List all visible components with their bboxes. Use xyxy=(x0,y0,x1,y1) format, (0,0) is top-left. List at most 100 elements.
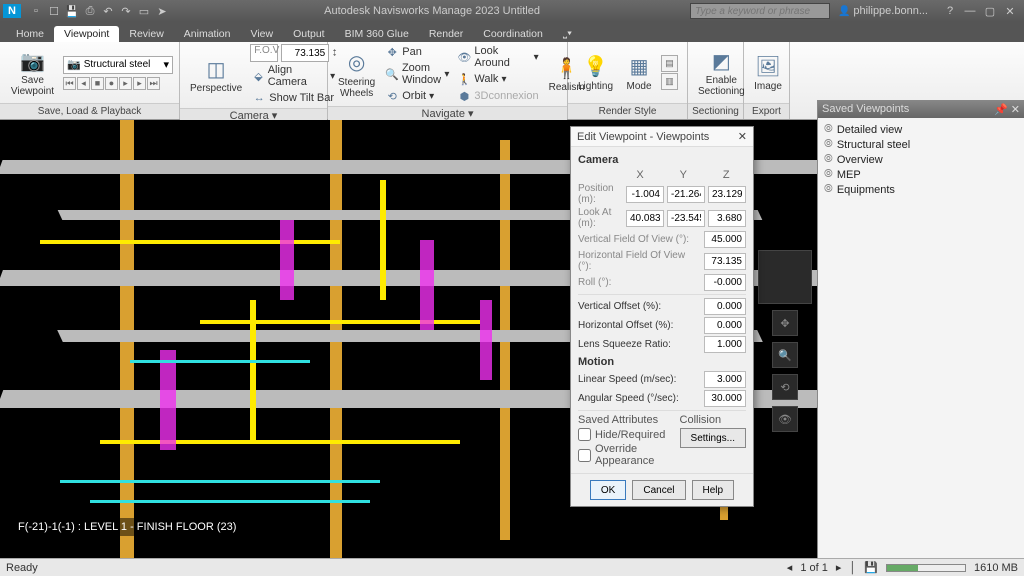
open-icon[interactable]: ☐ xyxy=(46,3,62,19)
mode-button[interactable]: ▦ Mode xyxy=(621,52,657,94)
tab-animation[interactable]: Animation xyxy=(174,26,241,42)
ok-button[interactable]: OK xyxy=(590,480,626,500)
lens-input[interactable] xyxy=(704,336,746,353)
camera-icon: ⦾ xyxy=(824,168,833,181)
pan-button[interactable]: ✥Pan xyxy=(383,44,451,60)
play-last[interactable]: ⏭ xyxy=(147,77,160,90)
close-icon[interactable]: ✕ xyxy=(1002,5,1018,18)
dialog-title: Edit Viewpoint - Viewpoints xyxy=(577,131,709,143)
pin-icon[interactable]: 📌 xyxy=(994,104,1008,116)
viewpoint-type-combo[interactable]: 📷 Structural steel▾ xyxy=(63,56,173,74)
sheet-count: 1 of 1 xyxy=(800,562,828,574)
redo-icon[interactable]: ↷ xyxy=(118,3,134,19)
hide-required-check[interactable]: Hide/Required xyxy=(578,428,670,441)
saved-viewpoints-header[interactable]: Saved Viewpoints 📌 ✕ xyxy=(818,100,1024,118)
play-next[interactable]: ▸ xyxy=(133,77,146,90)
play-rec[interactable]: ● xyxy=(105,77,118,90)
save-icon[interactable]: 💾 xyxy=(64,3,80,19)
hoff-input[interactable] xyxy=(704,317,746,334)
viewpoint-item[interactable]: ⦾MEP xyxy=(824,167,1018,182)
viewpoint-item[interactable]: ⦾Overview xyxy=(824,152,1018,167)
panel-renderstyle: Render Style xyxy=(568,103,687,119)
lighting-icon: 💡 xyxy=(582,54,610,80)
ribbon-tabs: Home Viewpoint Review Animation View Out… xyxy=(0,22,1024,42)
pos-x[interactable] xyxy=(626,186,664,203)
pos-z[interactable] xyxy=(708,186,746,203)
viewpoint-item[interactable]: ⦾Structural steel xyxy=(824,137,1018,152)
fov-input[interactable] xyxy=(281,44,329,62)
lighting-button[interactable]: 💡 Lighting xyxy=(574,52,617,94)
steering-wheels-button[interactable]: ◎ Steering Wheels xyxy=(334,48,379,101)
style-1[interactable]: ▤ xyxy=(661,55,678,72)
tab-view[interactable]: View xyxy=(241,26,284,42)
print-icon[interactable]: ⎙ xyxy=(82,3,98,19)
aspeed-input[interactable] xyxy=(704,390,746,407)
tab-output[interactable]: Output xyxy=(283,26,335,42)
maximize-icon[interactable]: ▢ xyxy=(982,5,998,18)
image-button[interactable]: 🖼 Image xyxy=(750,52,786,94)
align-camera-button[interactable]: ⬙Align Camera ▾ xyxy=(250,63,337,89)
perspective-icon: ◫ xyxy=(202,56,230,82)
play-prev[interactable]: ◂ xyxy=(77,77,90,90)
dialog-close-icon[interactable]: ✕ xyxy=(738,130,747,143)
saved-viewpoints-tree: ⦾Detailed view ⦾Structural steel ⦾Overvi… xyxy=(818,118,1024,201)
style-2[interactable]: ▥ xyxy=(661,73,678,90)
vfov-input[interactable] xyxy=(704,231,746,248)
settings-button[interactable]: Settings... xyxy=(680,428,746,448)
sectioning-icon: ◩ xyxy=(707,48,735,74)
camera-icon: ⦾ xyxy=(824,183,833,196)
look-around-button[interactable]: 👁Look Around ▾ xyxy=(455,44,540,70)
perspective-button[interactable]: ◫ Perspective xyxy=(186,54,246,96)
override-appearance-check[interactable]: Override Appearance xyxy=(578,443,670,467)
pos-y[interactable] xyxy=(667,186,705,203)
viewpoint-item[interactable]: ⦾Equipments xyxy=(824,182,1018,197)
help-icon[interactable]: ? xyxy=(942,5,958,18)
nav-pan-icon[interactable]: ✥ xyxy=(772,310,798,336)
panel-close-icon[interactable]: ✕ xyxy=(1011,104,1020,116)
cancel-button[interactable]: Cancel xyxy=(632,480,685,500)
viewpoint-item[interactable]: ⦾Detailed view xyxy=(824,122,1018,137)
cursor-icon[interactable]: ➤ xyxy=(154,3,170,19)
hfov-input[interactable] xyxy=(704,253,746,270)
search-input[interactable] xyxy=(690,3,830,19)
connexion-button: ⬢3Dconnexion xyxy=(455,88,540,104)
new-icon[interactable]: ▫ xyxy=(28,3,44,19)
play-stop[interactable]: ■ xyxy=(91,77,104,90)
voff-input[interactable] xyxy=(704,298,746,315)
walk-button[interactable]: 🚶Walk ▾ xyxy=(455,71,540,87)
tab-expand[interactable]: ⎵▾ xyxy=(553,25,582,42)
orbit-button[interactable]: ⟲Orbit ▾ xyxy=(383,88,451,104)
nav-look-icon[interactable]: 👁 xyxy=(772,406,798,432)
lspeed-input[interactable] xyxy=(704,371,746,388)
selection-caption: F(-21)-1(-1) : LEVEL 1 - FINISH FLOOR (2… xyxy=(10,518,244,536)
tab-bim360[interactable]: BIM 360 Glue xyxy=(335,26,419,42)
save-viewpoint-button[interactable]: 📷 Save Viewpoint xyxy=(6,46,59,99)
sheet-next[interactable]: ▸ xyxy=(836,561,842,574)
app-icon: N xyxy=(3,4,21,18)
look-y[interactable] xyxy=(667,210,705,227)
look-x[interactable] xyxy=(626,210,664,227)
select-icon[interactable]: ▭ xyxy=(136,3,152,19)
roll-input[interactable] xyxy=(704,274,746,291)
view-cube[interactable] xyxy=(758,250,812,304)
mode-icon: ▦ xyxy=(625,54,653,80)
play-first[interactable]: ⏮ xyxy=(63,77,76,90)
tab-render[interactable]: Render xyxy=(419,26,473,42)
minimize-icon[interactable]: — xyxy=(962,5,978,18)
zoom-window-button[interactable]: 🔍Zoom Window ▾ xyxy=(383,61,451,87)
nav-orbit-icon[interactable]: ⟲ xyxy=(772,374,798,400)
look-z[interactable] xyxy=(708,210,746,227)
user-menu[interactable]: 👤 philippe.bonn... xyxy=(830,5,936,17)
tab-coordination[interactable]: Coordination xyxy=(473,26,553,42)
panel-navigate: Navigate▾ xyxy=(328,106,567,120)
tab-review[interactable]: Review xyxy=(119,26,173,42)
sheet-prev[interactable]: ◂ xyxy=(787,561,793,574)
enable-sectioning-button[interactable]: ◩ Enable Sectioning xyxy=(694,46,749,99)
play-play[interactable]: ▸ xyxy=(119,77,132,90)
tab-viewpoint[interactable]: Viewpoint xyxy=(54,26,119,42)
undo-icon[interactable]: ↶ xyxy=(100,3,116,19)
nav-zoom-icon[interactable]: 🔍 xyxy=(772,342,798,368)
show-tilt-button[interactable]: ↔Show Tilt Bar xyxy=(250,90,337,106)
tab-home[interactable]: Home xyxy=(6,26,54,42)
help-button[interactable]: Help xyxy=(692,480,735,500)
